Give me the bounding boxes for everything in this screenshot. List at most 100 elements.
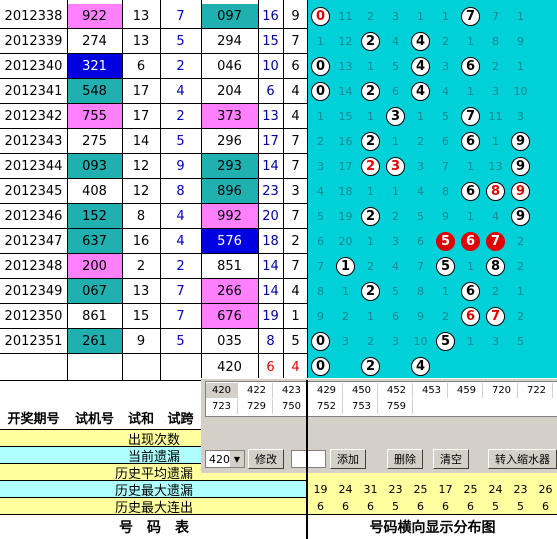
trial-cell: 275: [82, 134, 107, 149]
stats-value: 24: [488, 482, 503, 496]
sum-cell: 12: [132, 184, 150, 199]
hit-circle: 6: [461, 132, 480, 151]
stats-value: 26: [538, 482, 553, 496]
trial-cell: 274: [82, 34, 107, 49]
stats-value: 6: [342, 499, 349, 513]
header-trial: 试机号: [74, 411, 114, 427]
next-span: 4: [291, 359, 300, 375]
list-item[interactable]: 759: [381, 399, 413, 414]
span2-cell: 4: [291, 284, 300, 299]
dist-cell: 5: [392, 60, 399, 73]
list-item[interactable]: 429: [311, 383, 343, 398]
footer-right-title: 号码横向显示分布图: [369, 520, 496, 536]
list-item[interactable]: 723: [206, 399, 238, 414]
dist-cell: 5: [433, 329, 458, 354]
hit-circle: 4: [411, 357, 430, 376]
dist-cell: 3: [392, 235, 399, 248]
modify-button[interactable]: 修改: [248, 449, 284, 469]
sum-cell: 17: [132, 109, 150, 124]
sum2-cell: 14: [262, 284, 279, 299]
list-item[interactable]: 752: [311, 399, 343, 414]
sum2-cell: 16: [262, 9, 279, 24]
dist-cell: 9: [508, 154, 533, 179]
sum-cell: 16: [132, 234, 150, 249]
dist-cell: 0: [308, 4, 333, 29]
dist-cell: 9: [317, 310, 324, 323]
header-row: 开奖期号 试机号 试和 试跨: [0, 380, 201, 429]
list-item[interactable]: 729: [241, 399, 273, 414]
clear-button[interactable]: 清空: [433, 449, 469, 469]
sum2-cell: 8: [266, 334, 275, 349]
hit-circle: 2: [361, 357, 380, 376]
list-item[interactable]: 423: [276, 383, 308, 398]
sum2-cell: 13: [262, 109, 279, 124]
hit-circle: 6: [461, 307, 480, 326]
list-item[interactable]: 459: [451, 383, 483, 398]
dist-cell: 2: [358, 154, 383, 179]
trial-cell: 408: [82, 184, 107, 199]
num3-cell: 896: [201, 179, 258, 204]
hit-circle: 7: [461, 7, 480, 26]
sum-cell: 15: [132, 309, 150, 324]
dist-cell: 1: [333, 254, 358, 279]
dist-cell: 5: [392, 285, 399, 298]
hit-circle: 4: [411, 82, 430, 101]
list-item[interactable]: 420: [206, 383, 238, 398]
dist-cell: 1: [467, 260, 474, 273]
col-divider: [258, 0, 259, 380]
stats-value: 23: [388, 482, 403, 496]
hit-circle: 8: [486, 257, 505, 276]
dist-cell: 3: [417, 160, 424, 173]
select-box[interactable]: 420 ▼: [205, 450, 245, 468]
stats-value: 5: [492, 499, 499, 513]
hit-circle: 4: [411, 32, 430, 51]
dist-cell: 6: [458, 279, 483, 304]
col-divider: [201, 0, 202, 380]
sum2-cell: 15: [262, 34, 279, 49]
trial-cell: 755: [67, 104, 122, 129]
hit-circle: 0: [311, 357, 330, 376]
list-item[interactable]: 722: [521, 383, 553, 398]
list-item[interactable]: 452: [381, 383, 413, 398]
dist-cell: 6: [392, 85, 399, 98]
stats-value: 17: [438, 482, 453, 496]
dist-cell: 4: [417, 185, 424, 198]
dist-cell: 6: [458, 54, 483, 79]
list-item[interactable]: 453: [416, 383, 448, 398]
dist-cell: 2: [442, 310, 449, 323]
dist-cell: 1: [517, 10, 524, 23]
span-cell: 2: [176, 59, 185, 74]
dist-cell: 1: [317, 110, 324, 123]
chevron-down-icon[interactable]: ▼: [230, 451, 244, 467]
dist-cell: 0: [308, 54, 333, 79]
delete-button[interactable]: 删除: [387, 449, 423, 469]
hit-circle: 2: [361, 282, 380, 301]
sum-cell: 17: [132, 84, 150, 99]
list-item[interactable]: 720: [486, 383, 518, 398]
dist-cell: 3: [317, 160, 324, 173]
dist-cell: 2: [367, 10, 374, 23]
dist-cell: 1: [492, 135, 499, 148]
span2-cell: 1: [291, 309, 300, 324]
period-cell: 2012351: [4, 334, 63, 349]
dist-cell: 1: [417, 10, 424, 23]
list-item[interactable]: 750: [276, 399, 308, 414]
value-input[interactable]: [291, 450, 326, 468]
dist-cell: 2: [358, 354, 383, 379]
list-item[interactable]: 422: [241, 383, 273, 398]
period-cell: 2012340: [4, 59, 63, 74]
dist-cell: 7: [458, 104, 483, 129]
list-item[interactable]: 753: [346, 399, 378, 414]
period-cell: 2012346: [4, 209, 63, 224]
list-item[interactable]: 450: [346, 383, 378, 398]
sum-cell: 13: [132, 34, 150, 49]
span2-cell: 4: [291, 109, 300, 124]
dist-cell: 1: [367, 310, 374, 323]
shrink-button[interactable]: 转入缩水器: [488, 449, 557, 469]
add-button[interactable]: 添加: [330, 449, 366, 469]
span-cell: 4: [176, 234, 185, 249]
selection-list[interactable]: 420 422 423 429 450 452 453 459 720 722 723 729 750 7…: [205, 381, 557, 417]
stats-value: 5: [517, 499, 524, 513]
stats-value: 25: [413, 482, 428, 496]
sum2-cell: 20: [262, 209, 279, 224]
